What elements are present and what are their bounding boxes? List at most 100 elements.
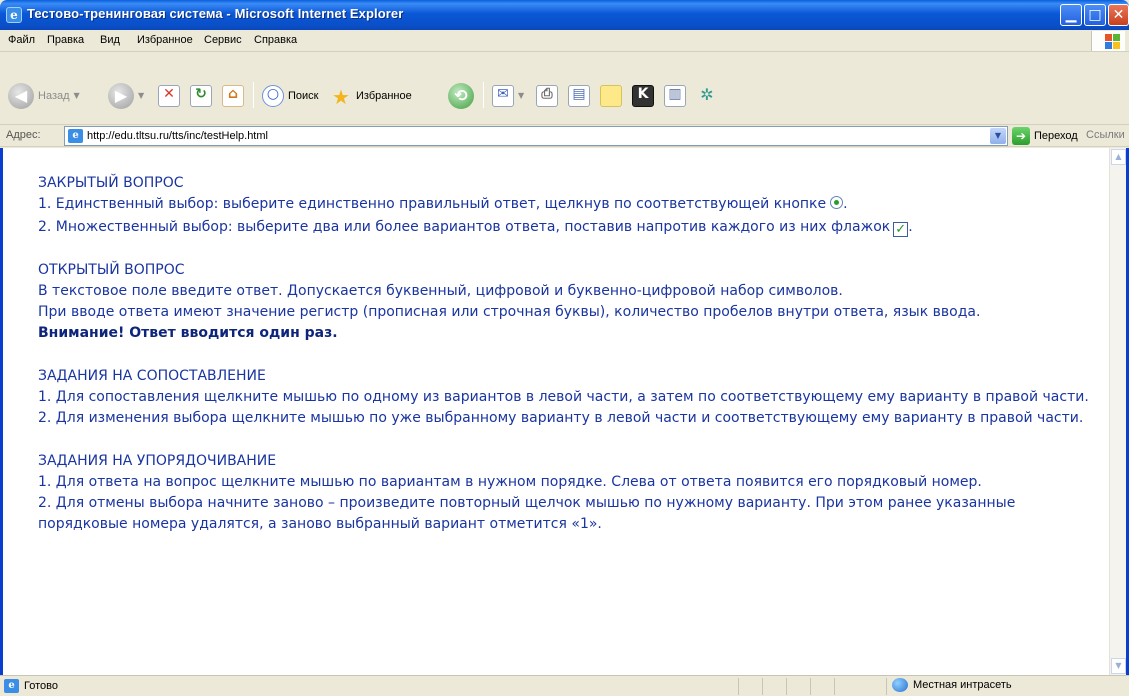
section-line: 1. Для ответа на вопрос щелкните мышью п… [38, 474, 982, 490]
menu-view[interactable]: Вид [100, 34, 120, 46]
status-bar: e Готово Местная интрасеть [0, 675, 1129, 696]
section-line: 2. Для отмены выбора начните заново – пр… [38, 495, 1016, 532]
back-dropdown-icon[interactable]: ▼ [74, 91, 80, 100]
stop-button[interactable]: ✕ [158, 79, 180, 112]
title-bar: e Тестово-тренинговая система - Microsof… [0, 0, 1129, 30]
menu-edit[interactable]: Правка [47, 34, 84, 46]
line-period: . [908, 219, 913, 235]
section-heading: ЗАДАНИЯ НА УПОРЯДОЧИВАНИЕ [38, 453, 277, 469]
section-line: При вводе ответа имеют значение регистр … [38, 304, 981, 320]
history-button[interactable]: ⟲ [448, 79, 474, 112]
messenger-icon: ✲ [700, 84, 714, 104]
print-icon: ⎙ [536, 84, 558, 107]
note-icon [600, 84, 622, 107]
line-text: 1. Единственный выбор: выберите единстве… [38, 196, 827, 212]
forward-dropdown-icon[interactable]: ▼ [138, 91, 144, 100]
section-heading: ЗАКРЫТЫЙ ВОПРОС [38, 175, 184, 191]
refresh-icon: ↻ [190, 84, 212, 107]
toolbar-separator [483, 82, 484, 108]
favorites-label: Избранное [356, 89, 412, 102]
vertical-scrollbar[interactable]: ▲ ▼ [1109, 148, 1126, 675]
section-heading: ОТКРЫТЫЙ ВОПРОС [38, 262, 185, 278]
address-bar: Адрес: e http://edu.tltsu.ru/tts/inc/tes… [0, 125, 1129, 147]
menu-help[interactable]: Справка [254, 34, 297, 46]
checkbox-icon: ✓ [893, 222, 909, 237]
status-cell [738, 678, 739, 695]
search-button[interactable]: ○ Поиск [262, 79, 318, 112]
section-line: 1. Для сопоставления щелкните мышью по о… [38, 389, 1089, 405]
scroll-down-icon[interactable]: ▼ [1111, 658, 1126, 674]
menu-file[interactable]: Файл [8, 34, 35, 46]
forward-arrow-icon: ▶ [108, 82, 134, 109]
mail-icon: ✉ [492, 84, 514, 107]
page-status-icon: e [4, 679, 19, 693]
status-cell [762, 678, 763, 695]
search-icon: ○ [262, 84, 284, 107]
section-line: 2. Для изменения выбора щелкните мышью п… [38, 410, 1084, 426]
media-button[interactable]: ▥ [664, 79, 686, 112]
section-line: 1. Единственный выбор: выберите единстве… [38, 194, 1103, 215]
help-text: ЗАКРЫТЫЙ ВОПРОС 1. Единственный выбор: в… [38, 173, 1103, 557]
warning-text: Внимание! Ответ вводится один раз. [38, 325, 338, 341]
address-dropdown-icon[interactable]: ▼ [990, 128, 1006, 144]
security-zone: Местная интрасеть [892, 678, 1012, 692]
discuss-button[interactable] [600, 79, 622, 112]
research-button[interactable]: K [632, 79, 654, 112]
status-cell [786, 678, 787, 695]
ie-logo-icon: e [6, 7, 22, 23]
address-label: Адрес: [6, 129, 41, 141]
mail-button[interactable]: ✉ ▼ [492, 79, 524, 112]
stop-icon: ✕ [158, 84, 180, 107]
menu-bar: Файл Правка Вид Избранное Сервис Справка [0, 30, 1129, 52]
intranet-globe-icon [892, 678, 908, 692]
go-arrow-icon: ➔ [1012, 127, 1030, 145]
home-button[interactable]: ⌂ [222, 79, 244, 112]
section-matching: ЗАДАНИЯ НА СОПОСТАВЛЕНИЕ 1. Для сопостав… [38, 366, 1103, 429]
window-title: Тестово-тренинговая система - Microsoft … [27, 6, 404, 21]
links-button[interactable]: Ссылки [1086, 129, 1125, 141]
toolbar-separator [253, 82, 254, 108]
section-line: В текстовое поле введите ответ. Допускае… [38, 283, 843, 299]
section-open-question: ОТКРЫТЫЙ ВОПРОС В текстовое поле введите… [38, 260, 1103, 344]
favorites-button[interactable]: ★ Избранное [330, 79, 412, 112]
section-closed-question: ЗАКРЫТЫЙ ВОПРОС 1. Единственный выбор: в… [38, 173, 1103, 238]
k-icon: K [632, 84, 654, 107]
back-label: Назад [38, 89, 70, 102]
zone-text: Местная интрасеть [913, 679, 1012, 691]
print-button[interactable]: ⎙ [536, 79, 558, 112]
section-line: 2. Множественный выбор: выберите два или… [38, 217, 1103, 238]
scroll-up-icon[interactable]: ▲ [1111, 149, 1126, 165]
page-content: ЗАКРЫТЫЙ ВОПРОС 1. Единственный выбор: в… [0, 148, 1129, 675]
line-period: . [843, 196, 848, 212]
edit-button[interactable]: ▤ [568, 79, 590, 112]
home-icon: ⌂ [222, 84, 244, 107]
status-cell [810, 678, 811, 695]
page-icon: e [68, 129, 83, 143]
refresh-button[interactable]: ↻ [190, 79, 212, 112]
history-icon: ⟲ [448, 82, 474, 109]
address-url: http://edu.tltsu.ru/tts/inc/testHelp.htm… [87, 130, 268, 142]
status-cell [834, 678, 835, 695]
section-ordering: ЗАДАНИЯ НА УПОРЯДОЧИВАНИЕ 1. Для ответа … [38, 451, 1103, 535]
close-button[interactable]: ✕ [1108, 4, 1129, 26]
go-button[interactable]: ➔ Переход [1012, 127, 1078, 145]
messenger-button[interactable]: ✲ [696, 79, 718, 112]
line-text: 2. Множественный выбор: выберите два или… [38, 219, 891, 235]
windows-logo-icon [1091, 31, 1125, 51]
back-button[interactable]: ◀ Назад ▼ [8, 79, 80, 112]
back-arrow-icon: ◀ [8, 82, 34, 109]
address-input[interactable]: e http://edu.tltsu.ru/tts/inc/testHelp.h… [64, 126, 1008, 146]
media-icon: ▥ [664, 84, 686, 107]
mail-dropdown-icon[interactable]: ▼ [518, 91, 524, 100]
maximize-button[interactable]: □ [1084, 4, 1106, 26]
menu-favorites[interactable]: Избранное [137, 34, 193, 46]
section-heading: ЗАДАНИЯ НА СОПОСТАВЛЕНИЕ [38, 368, 266, 384]
status-text: Готово [24, 680, 58, 692]
minimize-button[interactable]: ▁ [1060, 4, 1082, 26]
go-label: Переход [1034, 130, 1078, 142]
search-label: Поиск [288, 89, 319, 102]
toolbar: ◀ Назад ▼ ▶ ▼ ✕ ↻ ⌂ ○ Поиск ★ Избранное … [0, 52, 1129, 125]
forward-button[interactable]: ▶ ▼ [108, 79, 144, 112]
menu-tools[interactable]: Сервис [204, 34, 242, 46]
radio-button-icon [830, 196, 844, 209]
